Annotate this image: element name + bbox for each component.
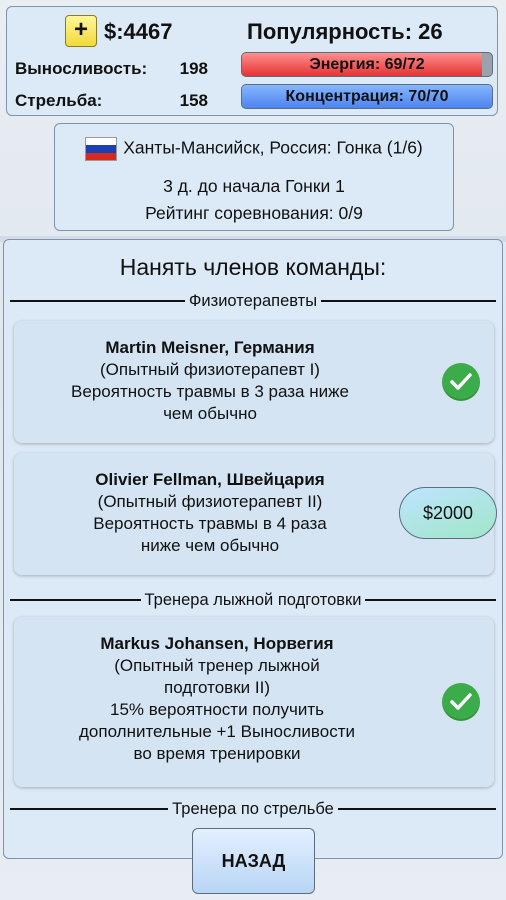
hired-check-icon (442, 363, 480, 401)
event-location-row: Ханты-Мансийск, Россия: Гонка (1/6) (55, 137, 453, 161)
section-header-shooting-trainers: Тренера по стрельбе (10, 798, 496, 820)
russia-flag-icon (85, 137, 118, 161)
event-panel: Ханты-Мансийск, Россия: Гонка (1/6) 3 д.… (54, 123, 454, 231)
event-countdown: 3 д. до начала Гонки 1 (163, 176, 345, 196)
event-rating: Рейтинг соревнования: 0/9 (145, 203, 363, 223)
staff-name: Martin Meisner, Германия (105, 338, 315, 357)
staff-desc: дополнительные +1 Выносливости (78, 722, 355, 741)
money-display: $:4467 (104, 19, 173, 44)
concentration-bar: Концентрация: 70/70 (241, 84, 493, 109)
hired-check-icon (442, 683, 480, 721)
staff-desc: 15% вероятности получить (110, 700, 324, 719)
staff-role: (Опытный физиотерапевт II) (97, 492, 323, 511)
staff-card-johansen: Markus Johansen, Норвегия (Опытный трене… (14, 617, 494, 787)
staff-role: (Опытный физиотерапевт I) (100, 360, 320, 379)
back-button[interactable]: НАЗАД (192, 828, 315, 894)
concentration-text: Концентрация: 70/70 (285, 88, 449, 105)
stamina-value: 198 (179, 59, 208, 78)
staff-desc: чем обычно (163, 404, 257, 423)
section-header-physio: Физиотерапевты (10, 290, 496, 312)
staff-desc: Вероятность травмы в 3 раза ниже (71, 382, 349, 401)
shooting-value: 158 (179, 91, 208, 110)
staff-card-fellman: Olivier Fellman, Швейцария (Опытный физи… (14, 453, 497, 575)
staff-desc: ниже чем обычно (140, 536, 280, 555)
staff-name: Markus Johansen, Норвегия (100, 634, 334, 653)
energy-text: Энергия: 69/72 (309, 56, 425, 73)
staff-desc: Вероятность травмы в 4 раза (93, 514, 327, 533)
staff-info: Markus Johansen, Норвегия (Опытный трене… (24, 633, 410, 765)
stamina-label: Выносливость: (15, 59, 148, 78)
staff-role: подготовки II) (164, 678, 270, 697)
popularity-display: Популярность: 26 (247, 19, 443, 44)
staff-name: Olivier Fellman, Швейцария (95, 470, 325, 489)
hire-team-dialog: Нанять членов команды: Физиотерапевты Ma… (3, 239, 503, 859)
section-header-ski-trainers: Тренера лыжной подготовки (10, 589, 496, 611)
add-money-button[interactable]: + (65, 15, 97, 47)
section-title: Тренера по стрельбе (168, 798, 338, 820)
section-title: Тренера лыжной подготовки (140, 589, 366, 611)
dialog-title: Нанять членов команды: (119, 254, 387, 280)
section-title: Физиотерапевты (184, 290, 322, 312)
staff-card-meisner: Martin Meisner, Германия (Опытный физиот… (14, 321, 494, 443)
shooting-label: Стрельба: (15, 91, 103, 110)
staff-info: Olivier Fellman, Швейцария (Опытный физи… (24, 469, 396, 557)
energy-bar: Энергия: 69/72 (241, 52, 493, 77)
staff-role: (Опытный тренер лыжной (114, 656, 320, 675)
stats-panel: + $:4467 Популярность: 26 Выносливость: … (6, 6, 498, 116)
staff-desc: во время тренировки (133, 744, 301, 763)
event-location: Ханты-Мансийск, Россия: Гонка (1/6) (123, 137, 423, 158)
staff-info: Martin Meisner, Германия (Опытный физиот… (24, 337, 396, 425)
hire-price-button[interactable]: $2000 (399, 487, 497, 539)
